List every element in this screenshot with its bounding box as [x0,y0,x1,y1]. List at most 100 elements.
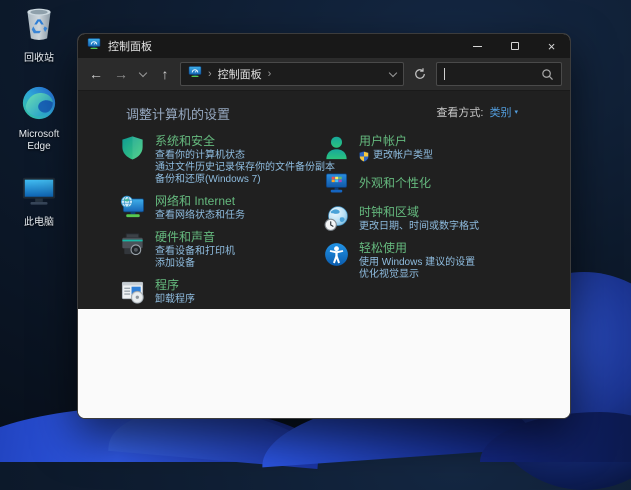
desktop-icon-microsoft-edge[interactable]: Microsoft Edge [6,84,72,153]
category-task-link[interactable]: 更改帐户类型 [359,150,433,162]
page-title: 调整计算机的设置 [126,104,230,123]
chevron-down-icon [389,68,397,76]
this-pc-icon [20,174,58,215]
back-button[interactable]: ← [86,64,106,84]
desktop-icon-label: Microsoft Edge [6,129,72,153]
category-task-link[interactable]: 查看设备和打印机 [155,246,235,258]
titlebar: 控制面板 × [78,34,570,58]
control-panel-window: 控制面板 × ← → ↑ › 控制面板 › [77,33,571,419]
control-panel-app-icon [87,37,101,56]
category-title-link[interactable]: 网络和 Internet [155,194,245,208]
window-title: 控制面板 [108,38,152,54]
uac-shield-icon [359,151,369,162]
category-text: 外观和个性化 [359,176,431,192]
search-icon[interactable] [541,68,554,81]
category-task-link[interactable]: 添加设备 [155,258,235,270]
up-button[interactable]: ↑ [155,64,175,84]
category-task-link[interactable]: 使用 Windows 建议的设置 [359,257,475,269]
category-text: 程序卸载程序 [155,278,195,306]
minimize-button[interactable] [459,34,496,58]
address-dropdown[interactable] [390,73,396,76]
breadcrumb-separator[interactable]: › [268,68,272,80]
breadcrumb-root[interactable]: 控制面板 [218,66,262,82]
category-item: 时钟和区域更改日期、时间或数字格式 [323,205,527,233]
category-task-link[interactable]: 备份和还原(Windows 7) [155,174,323,186]
task-link-label: 备份和还原(Windows 7) [155,174,261,186]
category-item: 外观和个性化 [323,170,527,197]
category-task-link[interactable]: 更改日期、时间或数字格式 [359,221,479,233]
refresh-button[interactable] [409,67,431,81]
search-box[interactable] [436,62,562,86]
category-item: 硬件和声音查看设备和打印机添加设备 [119,230,323,270]
category-title-link[interactable]: 程序 [155,278,195,292]
recent-pages-dropdown[interactable] [136,73,150,76]
category-task-link[interactable]: 卸载程序 [155,294,195,306]
microsoft-edge-icon [20,84,58,127]
task-link-label: 使用 Windows 建议的设置 [359,257,475,269]
category-column-left: 系统和安全查看你的计算机状态通过文件历史记录保存你的文件备份副本备份和还原(Wi… [119,134,323,314]
network-internet-icon[interactable] [119,194,146,221]
desktop-icon-recycle-bin[interactable]: 回收站 [6,4,72,65]
desktop-icon-label: 回收站 [24,53,54,65]
system-security-icon[interactable] [119,134,146,161]
task-link-label: 添加设备 [155,258,195,270]
category-text: 时钟和区域更改日期、时间或数字格式 [359,205,479,233]
recycle-bin-icon [19,4,59,51]
text-cursor [444,68,445,80]
task-link-label: 优化视觉显示 [359,269,419,281]
task-link-label: 卸载程序 [155,294,195,306]
task-link-label: 通过文件历史记录保存你的文件备份副本 [155,162,335,174]
search-input[interactable] [449,68,537,80]
forward-button[interactable]: → [111,64,131,84]
category-task-link[interactable]: 查看网络状态和任务 [155,210,245,222]
category-text: 网络和 Internet 查看网络状态和任务 [155,194,245,222]
address-bar[interactable]: › 控制面板 › [180,62,404,86]
category-title-link[interactable]: 轻松使用 [359,241,475,255]
category-title-link[interactable]: 系统和安全 [155,134,323,148]
breadcrumb-separator: › [208,68,212,80]
category-title-link[interactable]: 用户帐户 [359,134,433,148]
category-title-link[interactable]: 外观和个性化 [359,176,431,190]
category-text: 系统和安全查看你的计算机状态通过文件历史记录保存你的文件备份副本备份和还原(Wi… [155,134,323,186]
task-link-label: 查看网络状态和任务 [155,210,245,222]
category-task-link[interactable]: 查看你的计算机状态 [155,150,323,162]
window-controls: × [459,34,570,58]
task-link-label: 查看设备和打印机 [155,246,235,258]
desktop-icon-this-pc[interactable]: 此电脑 [6,174,72,229]
desktop-icon-label: 此电脑 [24,217,54,229]
category-item: 用户帐户更改帐户类型 [323,134,527,162]
close-icon: × [548,39,556,54]
chevron-down-icon [139,68,147,76]
view-by-label: 查看方式: [436,104,483,120]
maximize-icon [511,42,519,50]
view-by: 查看方式: 类别 ▾ [436,104,518,120]
close-button[interactable]: × [533,34,570,58]
task-link-label: 查看你的计算机状态 [155,150,245,162]
maximize-button[interactable] [496,34,533,58]
view-by-value: 类别 [489,104,511,120]
navigation-toolbar: ← → ↑ › 控制面板 › [78,58,570,91]
appearance-personalization-icon[interactable] [323,170,350,197]
category-text: 轻松使用使用 Windows 建议的设置优化视觉显示 [359,241,475,281]
view-by-dropdown[interactable]: 类别 ▾ [489,104,518,120]
task-link-label: 更改日期、时间或数字格式 [359,221,479,233]
category-task-link[interactable]: 优化视觉显示 [359,269,475,281]
category-column-right: 用户帐户更改帐户类型外观和个性化时钟和区域更改日期、时间或数字格式轻松使用使用 … [323,134,527,314]
category-title-link[interactable]: 硬件和声音 [155,230,235,244]
clock-region-icon[interactable] [323,205,350,232]
category-title-link[interactable]: 时钟和区域 [359,205,479,219]
category-text: 用户帐户更改帐户类型 [359,134,433,162]
caret-down-icon: ▾ [514,108,518,116]
hardware-sound-icon[interactable] [119,230,146,257]
user-accounts-icon[interactable] [323,134,350,161]
category-item: 系统和安全查看你的计算机状态通过文件历史记录保存你的文件备份副本备份和还原(Wi… [119,134,323,186]
content-header: 调整计算机的设置 查看方式: 类别 ▾ [78,91,570,123]
category-item: 网络和 Internet 查看网络状态和任务 [119,194,323,222]
category-text: 硬件和声音查看设备和打印机添加设备 [155,230,235,270]
programs-icon[interactable] [119,278,146,305]
category-item: 程序卸载程序 [119,278,323,306]
ease-of-access-icon[interactable] [323,241,350,268]
breadcrumb-location-icon [188,65,202,84]
refresh-icon [413,67,427,81]
category-task-link[interactable]: 通过文件历史记录保存你的文件备份副本 [155,162,323,174]
